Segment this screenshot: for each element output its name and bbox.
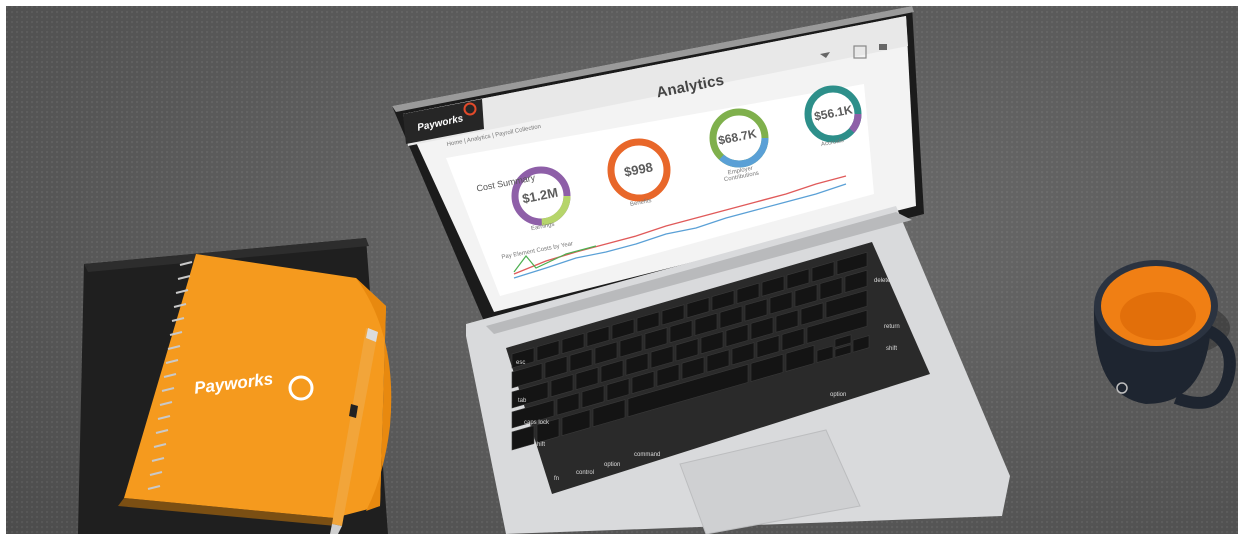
key-option-right[interactable]: option bbox=[830, 392, 846, 398]
coffee-mug bbox=[1093, 260, 1236, 409]
key-fn[interactable]: fn bbox=[554, 476, 559, 482]
key-shift-right[interactable]: shift bbox=[886, 346, 897, 352]
toolbar-print-icon[interactable] bbox=[879, 44, 887, 50]
photo-illustration bbox=[78, 6, 1236, 534]
photo: Payworks Analytics Home | Analytics | Pa… bbox=[6, 6, 1238, 534]
key-tab[interactable]: tab bbox=[518, 398, 526, 404]
key-esc[interactable]: esc bbox=[516, 360, 525, 366]
key-delete[interactable]: delete bbox=[874, 278, 890, 284]
key-shift-left[interactable]: shift bbox=[534, 442, 545, 448]
key-return[interactable]: return bbox=[884, 324, 900, 330]
key-control[interactable]: control bbox=[576, 470, 594, 476]
key-option-left[interactable]: option bbox=[604, 462, 620, 468]
key-caps-lock[interactable]: caps lock bbox=[524, 420, 549, 426]
scene: Payworks Analytics Home | Analytics | Pa… bbox=[0, 0, 1245, 540]
key-command-left[interactable]: command bbox=[634, 452, 660, 458]
